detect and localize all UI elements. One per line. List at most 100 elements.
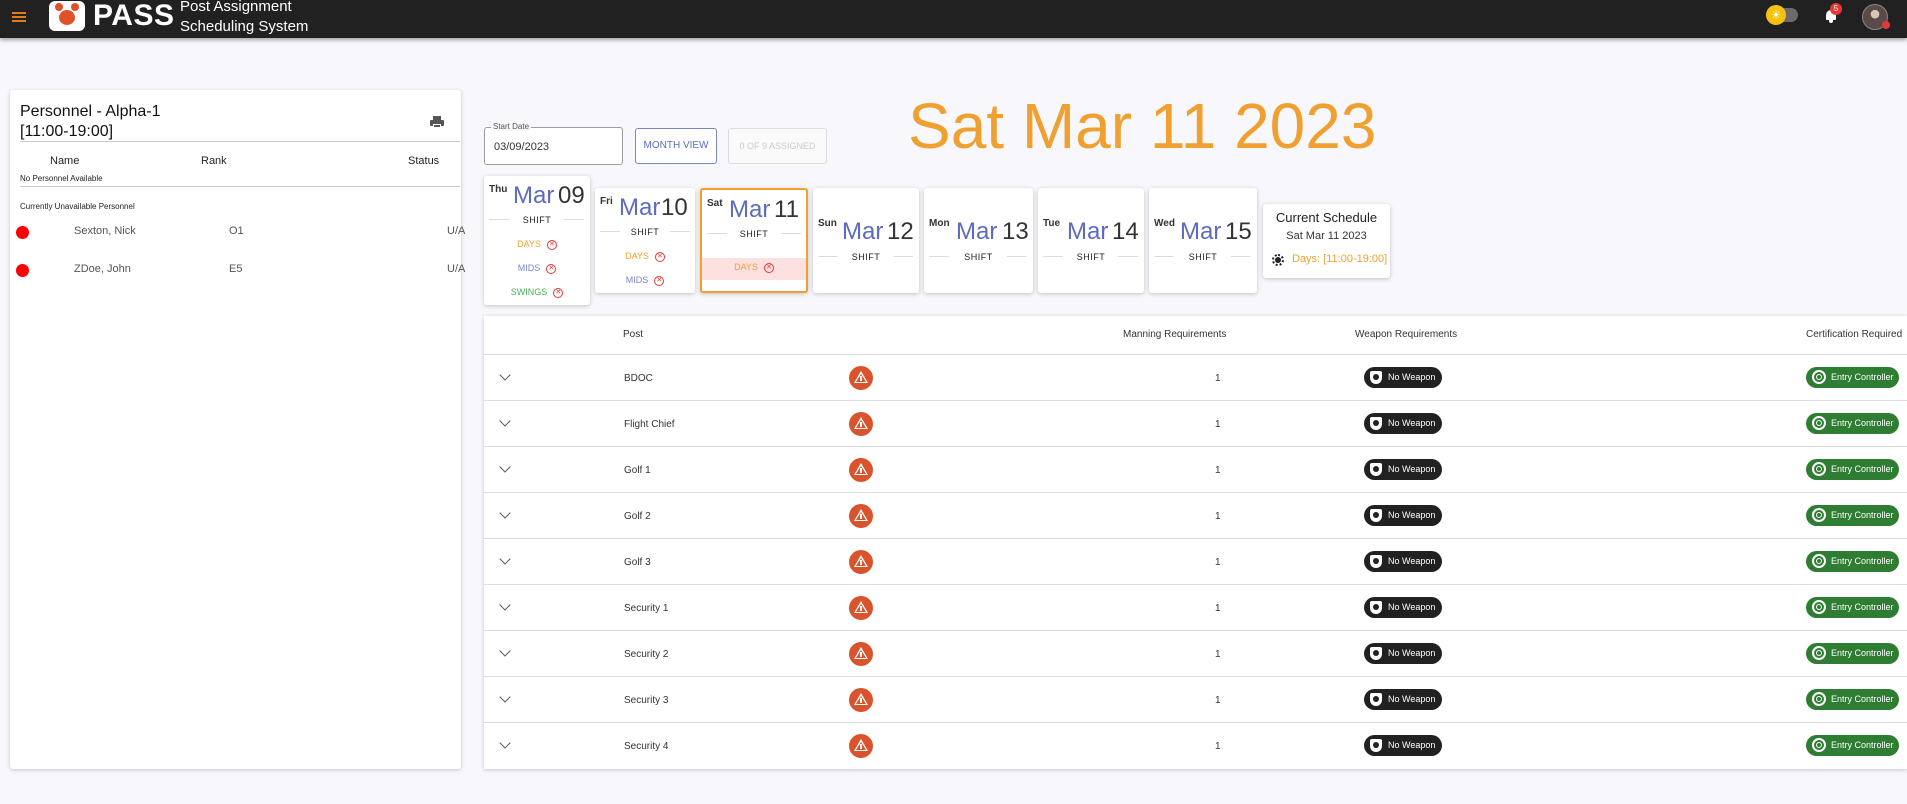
weapon-chip: No Weapon — [1364, 551, 1442, 572]
current-schedule-card: Current Schedule Sat Mar 11 2023 Days: [… — [1263, 204, 1390, 278]
divider — [20, 186, 460, 187]
table-row[interactable]: Security 1 1 No Weapon Entry Controller — [484, 584, 1907, 630]
post-name: Security 1 — [624, 603, 669, 614]
print-icon[interactable] — [430, 116, 444, 128]
day-card-mon[interactable]: Mon Mar 13 SHIFT — [924, 188, 1033, 293]
certification-chip: Entry Controller — [1806, 367, 1899, 388]
shield-icon — [1370, 601, 1382, 614]
chevron-down-icon[interactable] — [499, 737, 511, 749]
divider — [20, 141, 460, 142]
post-name: Golf 2 — [624, 511, 651, 522]
personnel-panel: Personnel - Alpha-1 [11:00-19:00] Name R… — [10, 90, 465, 769]
chevron-down-icon[interactable] — [499, 415, 511, 427]
shield-icon — [1370, 693, 1382, 706]
theme-toggle[interactable]: ☀ — [1766, 5, 1798, 25]
award-icon — [1812, 692, 1826, 706]
remove-icon[interactable]: ✕ — [546, 239, 557, 250]
table-row[interactable]: Security 3 1 No Weapon Entry Controller — [484, 676, 1907, 722]
no-personnel-note: No Personnel Available — [20, 174, 103, 183]
chevron-down-icon[interactable] — [499, 553, 511, 565]
shield-icon — [1370, 417, 1382, 430]
warning-icon — [849, 734, 873, 758]
header-manning: Manning Requirements — [1123, 329, 1227, 340]
table-row[interactable]: Flight Chief 1 No Weapon Entry Controller — [484, 400, 1907, 446]
header-weapon: Weapon Requirements — [1355, 329, 1458, 340]
remove-icon[interactable]: ✕ — [553, 287, 564, 298]
personnel-time: [11:00-19:00] — [20, 123, 114, 140]
header-post: Post — [623, 329, 644, 340]
day-card-thu[interactable]: Thu Mar 09 SHIFT DAYS ✕ MIDS ✕ SWINGS ✕ — [484, 176, 590, 305]
assigned-count-button: 0 OF 9 ASSIGNED — [728, 128, 827, 164]
award-icon — [1812, 646, 1826, 660]
slot-days: DAYS ✕ — [595, 251, 695, 262]
avatar-status-dot — [1882, 21, 1890, 29]
manning-value: 1 — [1215, 419, 1221, 430]
unavailable-status-dot — [16, 226, 29, 239]
shield-icon — [1370, 647, 1382, 660]
posts-table: Post Manning Requirements Weapon Require… — [484, 316, 1907, 769]
certification-chip: Entry Controller — [1806, 735, 1899, 756]
warning-icon — [849, 366, 873, 390]
personnel-title: Personnel - Alpha-1 — [20, 103, 161, 120]
manning-value: 1 — [1215, 373, 1221, 384]
award-icon — [1812, 416, 1826, 430]
slot-days: DAYS ✕ — [702, 262, 806, 273]
post-name: Security 3 — [624, 695, 669, 706]
warning-icon — [849, 458, 873, 482]
manning-value: 1 — [1215, 557, 1221, 568]
certification-chip: Entry Controller — [1806, 413, 1899, 434]
certification-chip: Entry Controller — [1806, 597, 1899, 618]
chevron-down-icon[interactable] — [499, 369, 511, 381]
manning-value: 1 — [1215, 741, 1221, 752]
table-row[interactable]: BDOC 1 No Weapon Entry Controller — [484, 354, 1907, 400]
manning-value: 1 — [1215, 511, 1221, 522]
personnel-row[interactable]: Sexton, Nick O1 U/A — [10, 222, 465, 242]
sun-icon — [1272, 254, 1284, 266]
remove-icon[interactable]: ✕ — [546, 263, 557, 274]
remove-icon[interactable]: ✕ — [654, 251, 665, 262]
sun-icon: ☀ — [1766, 5, 1786, 25]
certification-chip: Entry Controller — [1806, 505, 1899, 526]
post-name: Golf 1 — [624, 465, 651, 476]
day-card-tue[interactable]: Tue Mar 14 SHIFT — [1038, 188, 1144, 293]
day-card-wed[interactable]: Wed Mar 15 SHIFT — [1149, 188, 1257, 293]
remove-icon[interactable]: ✕ — [763, 262, 774, 273]
day-card-fri[interactable]: Fri Mar 10 SHIFT DAYS ✕ MIDS ✕ — [595, 188, 695, 293]
personnel-row[interactable]: ZDoe, John E5 U/A — [10, 260, 465, 280]
weapon-chip: No Weapon — [1364, 505, 1442, 526]
chevron-down-icon[interactable] — [499, 645, 511, 657]
table-row[interactable]: Golf 1 1 No Weapon Entry Controller — [484, 446, 1907, 492]
manning-value: 1 — [1215, 649, 1221, 660]
table-row[interactable]: Security 2 1 No Weapon Entry Controller — [484, 630, 1907, 676]
day-card-sat-selected[interactable]: Sat Mar 11 SHIFT DAYS ✕ — [700, 188, 808, 293]
day-card-sun[interactable]: Sun Mar 12 SHIFT — [813, 188, 919, 293]
post-name: Security 4 — [624, 741, 669, 752]
warning-icon — [849, 550, 873, 574]
menu-icon[interactable] — [12, 10, 26, 24]
award-icon — [1812, 462, 1826, 476]
chevron-down-icon[interactable] — [499, 599, 511, 611]
post-name: Flight Chief — [624, 419, 675, 430]
start-date-field[interactable]: Start Date 03/09/2023 — [484, 122, 623, 165]
slot-mids: MIDS ✕ — [484, 263, 590, 274]
weapon-chip: No Weapon — [1364, 459, 1442, 480]
table-row[interactable]: Security 4 1 No Weapon Entry Controller — [484, 722, 1907, 768]
table-row[interactable]: Golf 3 1 No Weapon Entry Controller — [484, 538, 1907, 584]
certification-chip: Entry Controller — [1806, 689, 1899, 710]
weapon-chip: No Weapon — [1364, 597, 1442, 618]
current-schedule-date: Sat Mar 11 2023 — [1286, 230, 1367, 242]
month-view-button[interactable]: MONTH VIEW — [635, 128, 717, 164]
certification-chip: Entry Controller — [1806, 643, 1899, 664]
chevron-down-icon[interactable] — [499, 507, 511, 519]
brand-name: PASS — [93, 0, 175, 32]
table-row[interactable]: Golf 2 1 No Weapon Entry Controller — [484, 492, 1907, 538]
chevron-down-icon[interactable] — [499, 461, 511, 473]
remove-icon[interactable]: ✕ — [654, 275, 665, 286]
award-icon — [1812, 508, 1826, 522]
chevron-down-icon[interactable] — [499, 691, 511, 703]
column-header-name: Name — [50, 155, 80, 167]
award-icon — [1812, 738, 1826, 752]
award-icon — [1812, 600, 1826, 614]
weapon-chip: No Weapon — [1364, 643, 1442, 664]
post-name: Golf 3 — [624, 557, 651, 568]
